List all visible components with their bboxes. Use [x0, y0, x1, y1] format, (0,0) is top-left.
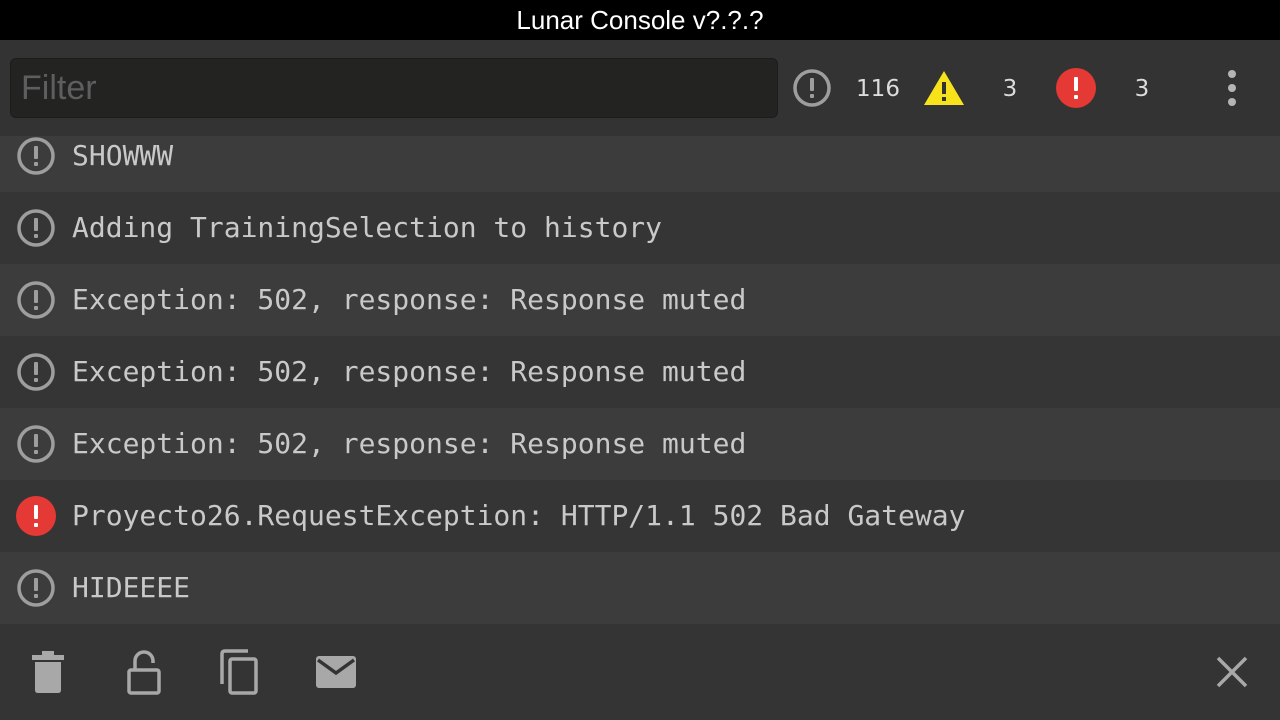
info-circle-icon: [17, 137, 55, 175]
log-entry[interactable]: HIDEEEE: [0, 552, 1280, 624]
info-circle-icon: [17, 281, 55, 319]
close-button[interactable]: [1208, 648, 1256, 696]
log-message: Exception: 502, response: Response muted: [72, 427, 747, 460]
copy-icon: [220, 649, 258, 695]
warning-filter-toggle[interactable]: [922, 68, 966, 108]
warning-triangle-icon: [924, 71, 964, 105]
more-vertical-icon: [1228, 70, 1236, 106]
window-title: Lunar Console v?.?.?: [516, 4, 764, 35]
clear-button[interactable]: [24, 648, 72, 696]
log-message: Exception: 502, response: Response muted: [72, 283, 747, 316]
log-message: SHOWWW: [72, 139, 174, 172]
more-menu-button[interactable]: [1212, 68, 1252, 108]
close-icon: [1216, 656, 1248, 688]
warning-count: 3: [1002, 76, 1018, 102]
info-circle-icon: [17, 209, 55, 247]
copy-button[interactable]: [216, 648, 264, 696]
log-entry[interactable]: Exception: 502, response: Response muted: [0, 408, 1280, 480]
log-count: 116: [856, 76, 900, 102]
scroll-lock-button[interactable]: [120, 648, 168, 696]
filter-input[interactable]: [10, 58, 778, 118]
error-count: 3: [1134, 76, 1150, 102]
error-circle-icon: [1056, 68, 1096, 108]
trash-icon: [32, 651, 64, 693]
info-circle-icon: [17, 569, 55, 607]
log-entry[interactable]: Adding TrainingSelection to history: [0, 192, 1280, 264]
log-entry[interactable]: Exception: 502, response: Response muted: [0, 336, 1280, 408]
log-filter-toggle[interactable]: [792, 68, 832, 108]
log-entry[interactable]: Exception: 502, response: Response muted: [0, 264, 1280, 336]
email-button[interactable]: [312, 648, 360, 696]
info-circle-icon: [17, 425, 55, 463]
log-message: Exception: 502, response: Response muted: [72, 355, 747, 388]
lock-open-icon: [127, 650, 161, 695]
title-bar: Lunar Console v?.?.?: [0, 0, 1280, 40]
log-message: Proyecto26.RequestException: HTTP/1.1 50…: [72, 499, 966, 532]
log-entry-error[interactable]: Proyecto26.RequestException: HTTP/1.1 50…: [0, 480, 1280, 552]
bottom-toolbar: [0, 624, 1280, 720]
log-message: HIDEEEE: [72, 571, 191, 604]
error-circle-icon: [16, 496, 56, 536]
email-icon: [316, 656, 356, 688]
log-entry[interactable]: SHOWWW: [0, 136, 1280, 192]
log-message: Adding TrainingSelection to history: [72, 211, 663, 244]
toolbar: 116 3 3: [0, 40, 1280, 136]
info-circle-icon: [793, 69, 831, 107]
info-circle-icon: [17, 353, 55, 391]
log-list[interactable]: SHOWWW Adding TrainingSelection to histo…: [0, 136, 1280, 624]
error-filter-toggle[interactable]: [1056, 68, 1096, 108]
